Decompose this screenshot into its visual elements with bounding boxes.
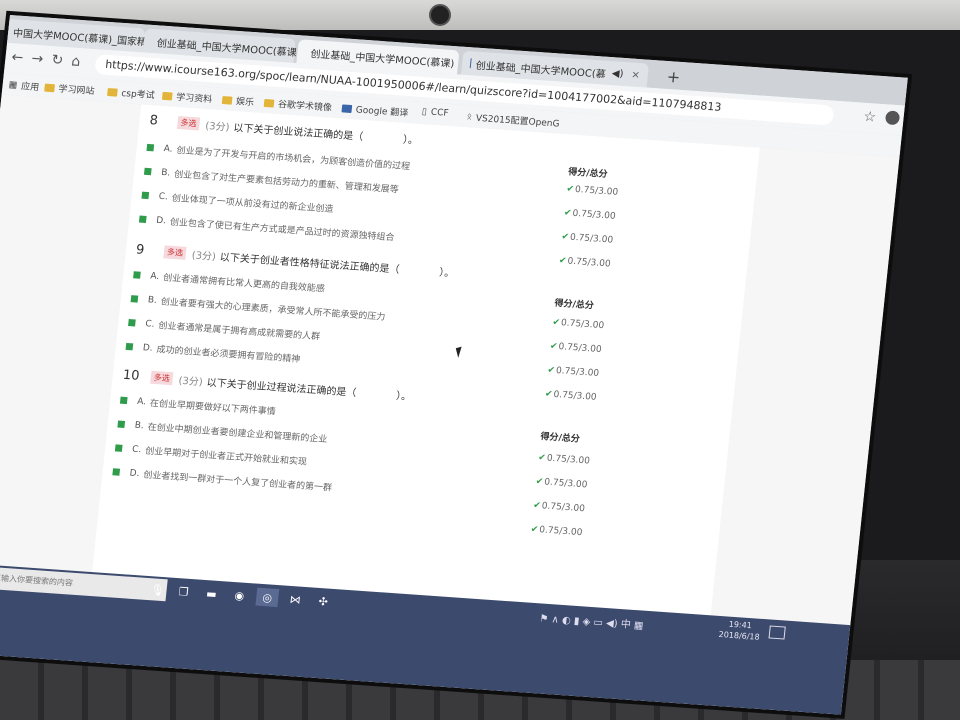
selected-checkbox — [133, 271, 141, 279]
check-icon: ✔ — [537, 452, 547, 464]
profile-avatar[interactable] — [884, 110, 901, 126]
option-row: D. 创业包含了使已有生产方式或是产品过时的资源独特组合 — [138, 213, 396, 243]
score-column-header: 得分/总分 — [567, 167, 608, 181]
option-row: A. 创业者通常拥有比常人更高的自我效能感 — [133, 268, 326, 295]
laptop-screen: 中国大学MOOC(慕课)_国家精品 × 创业基础_中国大学MOOC(慕课) × … — [0, 15, 908, 715]
option-row: D. 成功的创业者必须要拥有冒险的精神 — [125, 340, 301, 365]
mooc-favicon — [305, 46, 307, 57]
selected-checkbox — [125, 342, 134, 351]
option-score: ✔0.75/3.00 — [537, 452, 591, 467]
selected-checkbox — [112, 468, 121, 476]
option-row: C. 创业早期对于创业者正式开始就业和实现 — [114, 441, 308, 468]
selected-checkbox — [119, 396, 128, 405]
check-icon: ✔ — [535, 476, 544, 488]
bookmark-folder[interactable]: csp考试 — [107, 85, 156, 101]
quiz-score-page: 8 多选 (3分) 以下关于创业说法正确的是（ ）。 得分/总分 A. 创业是为了… — [0, 94, 900, 626]
bookmark-folder[interactable]: 学习资料 — [161, 89, 213, 105]
question-type-badge: 多选 — [163, 245, 187, 260]
check-icon: ✔ — [558, 255, 568, 267]
folder-icon — [161, 91, 173, 101]
selected-checkbox — [128, 319, 136, 327]
microphone-icon[interactable]: 🎙 — [146, 580, 170, 599]
forward-icon[interactable]: → — [31, 51, 44, 68]
folder-icon — [221, 95, 233, 105]
selected-checkbox — [117, 420, 126, 428]
mooc-favicon — [7, 25, 9, 36]
mooc-favicon — [151, 35, 153, 46]
bookmark-ccf[interactable]: ▯ CCF — [421, 107, 449, 119]
question-type-badge: 多选 — [176, 115, 201, 131]
selected-checkbox — [141, 191, 150, 200]
question-type-badge: 多选 — [150, 370, 174, 386]
bookmark-star-icon[interactable]: ☆ — [863, 109, 877, 126]
option-row: C. 创业者通常是属于拥有高成就需要的人群 — [128, 316, 321, 342]
taskbar-clock[interactable]: 19:41 2018/6/18 — [718, 618, 761, 643]
option-row: D. 创业者找到一群对于一个人复了创业者的第一群 — [112, 465, 333, 494]
check-icon: ✔ — [544, 389, 553, 400]
check-icon: ✔ — [532, 500, 542, 512]
check-icon: ✔ — [565, 184, 575, 195]
score-column-header: 得分/总分 — [539, 432, 581, 445]
option-score: ✔0.75/3.00 — [560, 232, 614, 246]
task-view-icon[interactable]: ❐ — [172, 582, 196, 601]
option-score: ✔0.75/3.00 — [565, 184, 619, 198]
check-icon: ✔ — [563, 208, 573, 219]
selected-checkbox — [146, 143, 155, 152]
option-score: ✔0.75/3.00 — [549, 341, 603, 356]
page-icon: ᛟ — [466, 111, 473, 122]
bookmark-scholar[interactable]: 谷歌学术镜像 — [263, 96, 332, 114]
chrome-icon[interactable]: ◎ — [255, 587, 280, 608]
check-icon: ✔ — [551, 317, 561, 329]
bookmark-folder[interactable]: 学习网站 — [44, 81, 95, 97]
bookmark-translate[interactable]: Google 翻译 — [341, 101, 409, 119]
firefox-icon[interactable]: ◉ — [227, 586, 251, 605]
page-icon — [263, 98, 275, 108]
option-score: ✔0.75/3.00 — [546, 365, 600, 379]
check-icon: ✔ — [560, 232, 570, 243]
apps-grid-icon: ▦ — [8, 79, 18, 91]
bookmark-folder[interactable]: 娱乐 — [221, 93, 255, 108]
option-row: B. 在创业中期创业者要创建企业和管理新的企业 — [117, 418, 328, 445]
mooc-favicon — [469, 58, 472, 69]
document-icon: ▯ — [421, 106, 428, 118]
selected-checkbox — [143, 167, 152, 176]
check-icon: ✔ — [549, 341, 559, 352]
notification-icon[interactable] — [768, 625, 786, 640]
mouse-cursor-icon — [455, 346, 465, 358]
home-icon[interactable]: ⌂ — [71, 53, 82, 70]
reload-icon[interactable]: ↻ — [51, 52, 64, 69]
option-score: ✔0.75/3.00 — [558, 255, 612, 270]
score-column-header: 得分/总分 — [553, 298, 595, 312]
file-explorer-icon[interactable]: ▬ — [200, 584, 224, 603]
visual-studio-icon[interactable]: ⋈ — [283, 590, 307, 609]
bookmark-apps[interactable]: ▦ 应用 — [8, 78, 40, 94]
option-score: ✔0.75/3.00 — [535, 476, 588, 491]
option-row: C. 创业体现了一项从前没有过的新企业创造 — [141, 189, 334, 215]
option-row: A. 在创业早期要做好以下两件事情 — [119, 394, 277, 417]
folder-icon — [107, 87, 118, 97]
system-tray[interactable]: ⚑ ∧ ◐ ▮ ◈ ▭ ◀) 中 ▦ — [539, 609, 644, 631]
translate-icon — [341, 103, 353, 113]
option-score: ✔0.75/3.00 — [532, 500, 586, 515]
selected-checkbox — [130, 295, 139, 303]
option-score: ✔0.75/3.00 — [530, 524, 583, 539]
selected-checkbox — [138, 215, 147, 223]
check-icon: ✔ — [530, 524, 539, 536]
quiz-panel: 8 多选 (3分) 以下关于创业说法正确的是（ ）。 得分/总分 A. 创业是为了… — [92, 104, 760, 616]
close-icon[interactable]: × — [631, 69, 641, 81]
selected-checkbox — [114, 444, 123, 452]
option-score: ✔0.75/3.00 — [551, 317, 605, 332]
bookmark-vs2015[interactable]: ᛟ VS2015配置OpenG — [466, 110, 560, 130]
new-tab-button[interactable]: + — [666, 67, 681, 87]
back-icon[interactable]: ← — [11, 49, 24, 66]
option-score: ✔0.75/3.00 — [544, 389, 598, 403]
app-icon[interactable]: ✣ — [311, 592, 335, 611]
webcam — [429, 4, 451, 26]
folder-icon — [44, 83, 56, 92]
check-icon: ✔ — [546, 365, 556, 376]
option-score: ✔0.75/3.00 — [563, 208, 617, 222]
speaker-icon[interactable]: ◀) — [611, 68, 624, 80]
